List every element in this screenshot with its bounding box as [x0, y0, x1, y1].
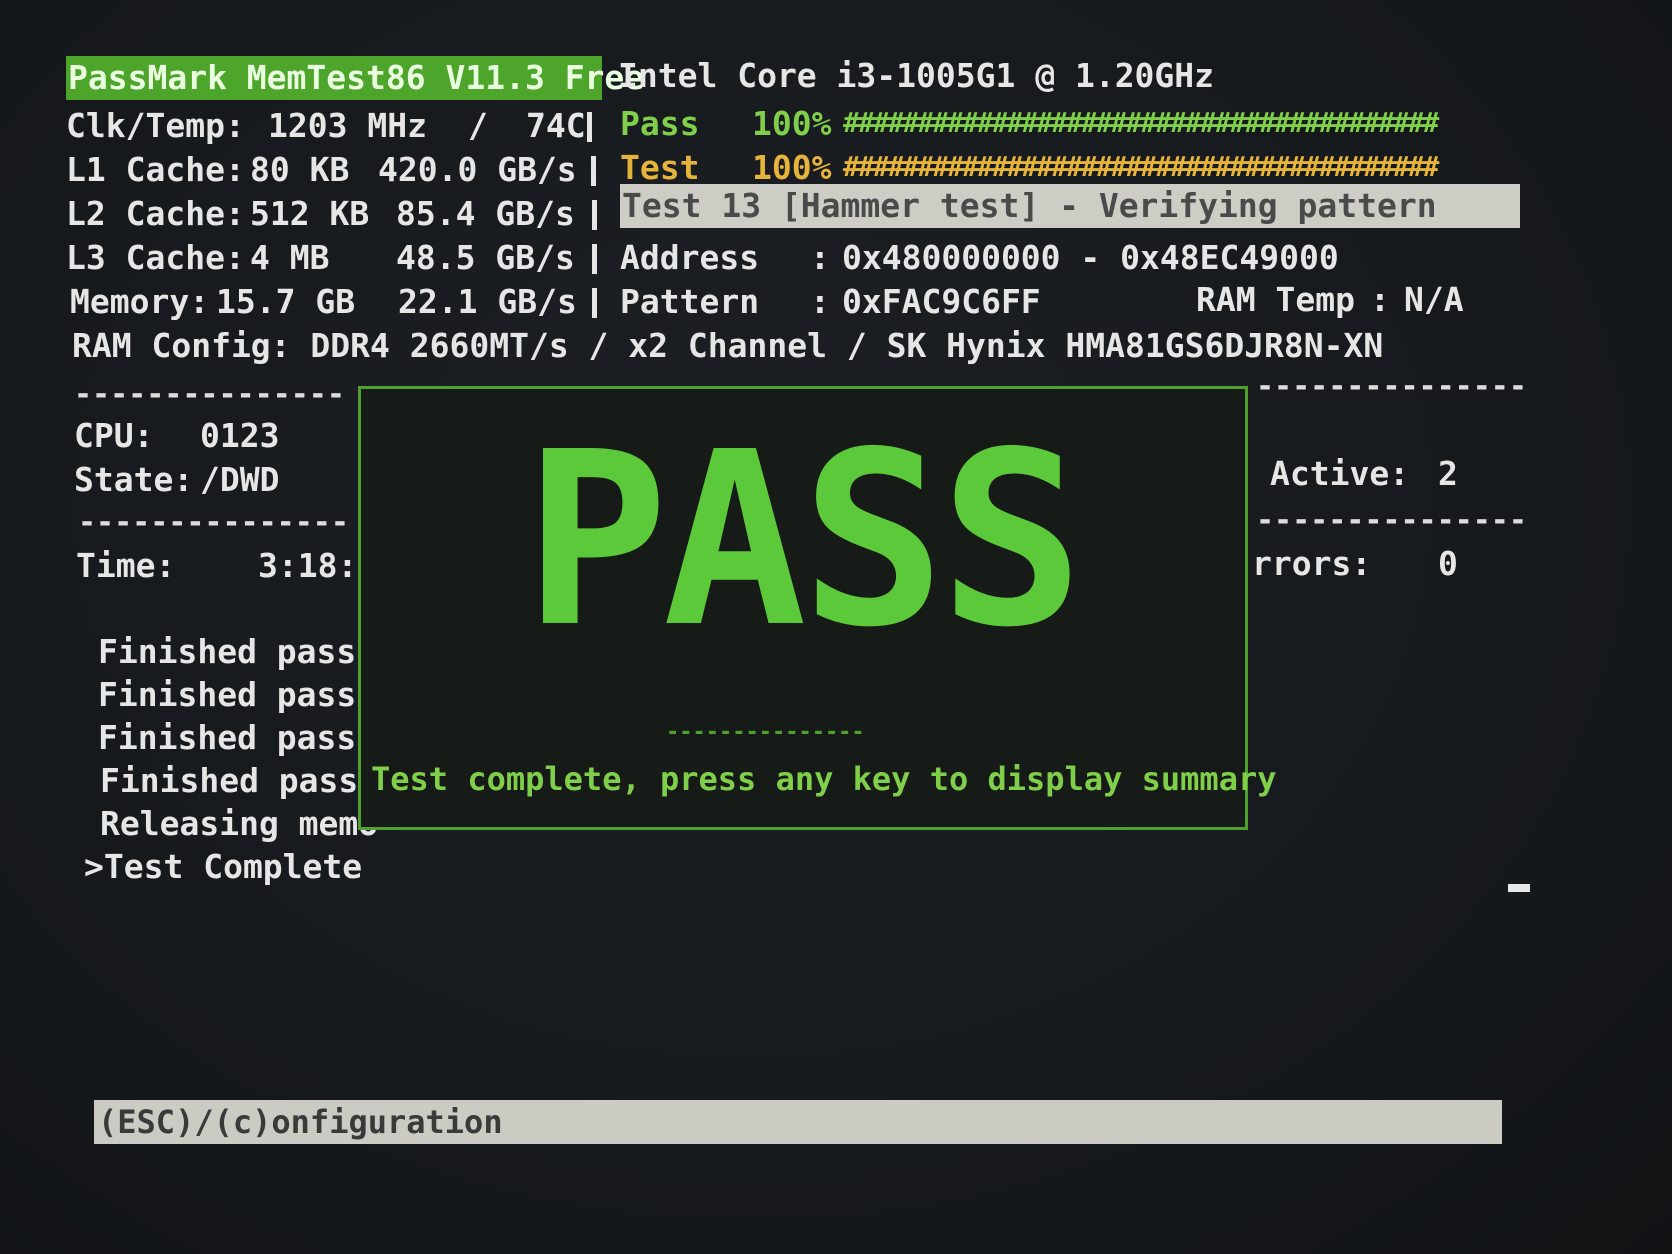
current-test-bar: Test 13 [Hammer test] - Verifying patter…: [620, 184, 1520, 228]
clk-value: 1203 MHz: [268, 106, 427, 145]
test-percent: 100%: [752, 148, 832, 187]
temp-value: 74C: [526, 106, 586, 145]
address-value: 0x480000000 - 0x48EC49000: [842, 238, 1339, 277]
time-label: Time:: [76, 546, 176, 585]
pass-percent: 100%: [752, 104, 832, 143]
pass-banner: PASS: [511, 420, 1091, 660]
log-line: Finished pass: [98, 632, 357, 671]
test-progress-fill: ########################################: [843, 150, 1439, 183]
divider-bar: [591, 156, 596, 186]
pass-progress-bar: ########################################: [843, 106, 1463, 140]
clk-slash: /: [468, 106, 488, 145]
l3-size: 4 MB: [250, 238, 330, 277]
divider-bar: [592, 288, 597, 318]
pattern-value: 0xFAC9C6FF: [842, 282, 1041, 321]
log-line: Finished pass: [100, 761, 359, 800]
pass-result-dialog[interactable]: PASS --------------- Test complete, pres…: [358, 386, 1276, 830]
state-value: /DWD: [200, 460, 280, 499]
pattern-label: Pattern: [620, 282, 760, 321]
l2-size: 512 KB: [250, 194, 370, 233]
footer-bar[interactable]: (ESC)/(c)onfiguration: [94, 1100, 1502, 1144]
memory-size: 15.7 GB: [216, 282, 356, 321]
address-colon: :: [810, 238, 830, 277]
cpu-label: CPU:: [74, 416, 154, 455]
text-cursor: [1508, 884, 1530, 892]
state-label: State:: [74, 460, 194, 499]
l3-label: L3 Cache:: [66, 238, 245, 277]
test-progress-bar: ########################################: [843, 150, 1463, 184]
l2-speed: 85.4 GB/s: [396, 194, 575, 233]
ram-temp-label: RAM Temp: [1196, 280, 1355, 319]
test-label: Test: [620, 148, 700, 187]
log-line: Finished pass: [98, 675, 357, 714]
clk-label: Clk/Temp:: [66, 106, 245, 145]
right-separator: ---------------: [1256, 369, 1527, 404]
current-test-text: Test 13 [Hammer test] - Verifying patter…: [622, 186, 1437, 225]
pass-separator: ---------------: [666, 720, 865, 745]
l2-label: L2 Cache:: [66, 194, 245, 233]
divider-bar: [587, 112, 592, 142]
log-line: Finished pass: [98, 718, 357, 757]
address-label: Address: [620, 238, 760, 277]
active-value: 2: [1438, 454, 1458, 493]
log-line-current: >Test Complete: [84, 847, 363, 886]
divider-bar: [592, 244, 597, 274]
ram-temp-value: N/A: [1404, 280, 1464, 319]
log-line: Releasing memo: [100, 804, 379, 843]
cpu-value: 0123: [200, 416, 280, 455]
memory-label: Memory:: [70, 282, 210, 321]
errors-label: rrors:: [1252, 544, 1372, 583]
cpu-name: Intel Core i3-1005G1 @ 1.20GHz: [618, 56, 1215, 95]
ram-temp-colon: :: [1370, 280, 1390, 319]
time-value: 3:18:: [258, 546, 358, 585]
memory-speed: 22.1 GB/s: [398, 282, 577, 321]
l1-size: 80 KB: [250, 150, 350, 189]
divider-bar: [592, 200, 597, 230]
app-title-bar: PassMark MemTest86 V11.3 Free: [66, 56, 644, 100]
left-separator: ---------------: [74, 377, 345, 412]
errors-value: 0: [1438, 544, 1458, 583]
l3-speed: 48.5 GB/s: [396, 238, 575, 277]
active-label: Active:: [1270, 454, 1410, 493]
right-separator-2: ---------------: [1256, 503, 1527, 538]
app-title: PassMark MemTest86 V11.3 Free: [68, 58, 645, 97]
footer-hint[interactable]: (ESC)/(c)onfiguration: [98, 1102, 503, 1142]
pass-progress-fill: ########################################: [843, 106, 1439, 139]
left-separator-2: ---------------: [78, 505, 349, 540]
l1-label: L1 Cache:: [66, 150, 245, 189]
l1-speed: 420.0 GB/s: [378, 150, 577, 189]
ram-config: RAM Config: DDR4 2660MT/s / x2 Channel /…: [72, 326, 1384, 365]
pattern-colon: :: [810, 282, 830, 321]
memtest-screen: PassMark MemTest86 V11.3 Free Intel Core…: [0, 0, 1672, 1254]
pass-label: Pass: [620, 104, 700, 143]
pass-message: Test complete, press any key to display …: [371, 760, 1277, 798]
